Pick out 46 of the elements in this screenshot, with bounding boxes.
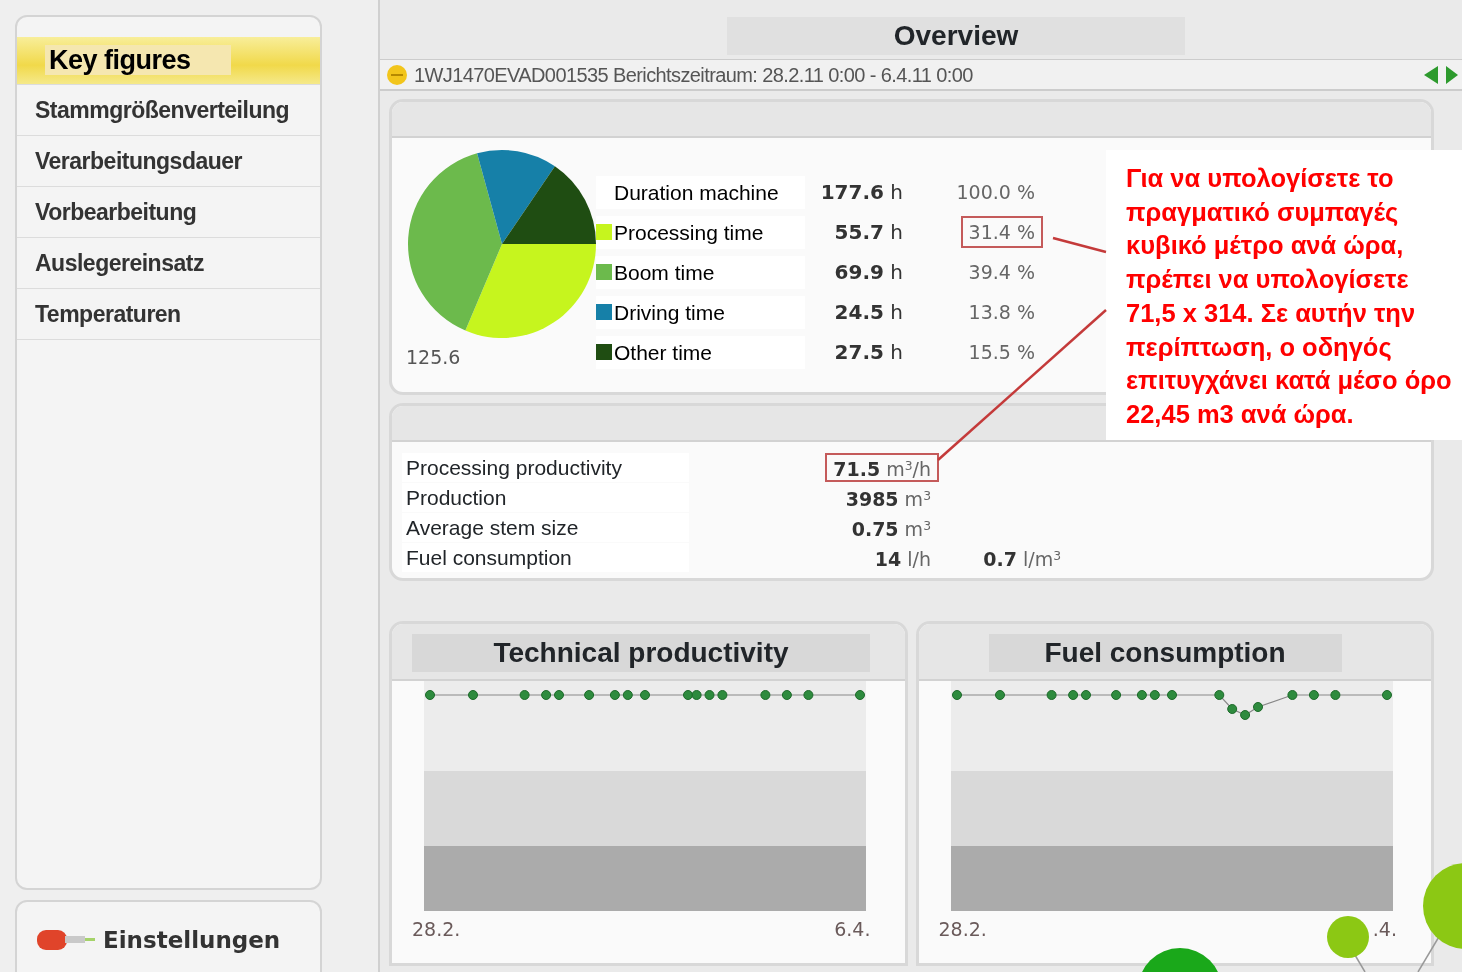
axis-label: 6.4. bbox=[834, 917, 871, 942]
leader-line bbox=[1052, 236, 1107, 254]
legend-label: Duration machine bbox=[596, 175, 805, 209]
sidebar-item[interactable]: Auslegereinsatz bbox=[17, 238, 320, 289]
hours-value: 177.6 h bbox=[819, 179, 903, 206]
screwdriver-icon bbox=[37, 928, 95, 952]
report-info-text: 1WJ1470EVAD001535 Berichtszeitraum: 28.2.11 0:00 - 6.4.11 0:00 bbox=[414, 62, 973, 88]
page-title: Overview bbox=[727, 17, 1185, 55]
metric-value: 0.7 l/m$^{3}$ bbox=[982, 546, 1062, 572]
hours-value: 69.9 h bbox=[833, 259, 903, 286]
sidebar-item[interactable]: Stammgrößenverteilung bbox=[17, 85, 320, 136]
status-dot-icon bbox=[386, 63, 408, 86]
chart-title: Fuel consumption bbox=[988, 634, 1342, 672]
axis-label: 28.2. bbox=[412, 917, 461, 942]
pie-total-label: 125.6 bbox=[406, 345, 462, 370]
percent-value: 31.4 % bbox=[960, 215, 1043, 249]
metric-value: 0.75 m$^{3}$ bbox=[850, 516, 932, 542]
percent-value: 100.0 % bbox=[955, 179, 1036, 205]
metric-value: 71.5 m$^{3}$/h bbox=[825, 452, 939, 482]
sidebar-item[interactable]: Vorbearbeitung bbox=[17, 187, 320, 238]
axis-label: 28.2. bbox=[938, 917, 987, 942]
metric-value: 3985 m$^{3}$ bbox=[844, 486, 932, 512]
percent-value: 13.8 % bbox=[967, 299, 1036, 325]
axis-label: .4. bbox=[1372, 917, 1397, 942]
next-arrow-icon[interactable] bbox=[1446, 65, 1458, 84]
metric-label: Processing productivity bbox=[402, 452, 689, 482]
legend-label: Boom time bbox=[614, 259, 715, 286]
previous-arrow-icon[interactable] bbox=[1424, 65, 1438, 84]
chart-title: Technical productivity bbox=[412, 634, 870, 672]
legend-label: Driving time bbox=[614, 299, 725, 326]
sidebar-item[interactable]: Key figures bbox=[17, 37, 320, 85]
legend-label: Other time bbox=[614, 339, 713, 366]
metric-label: Production bbox=[402, 482, 689, 512]
legend-label: Processing time bbox=[614, 219, 764, 246]
hours-value: 27.5 h bbox=[833, 339, 903, 366]
percent-value: 39.4 % bbox=[967, 259, 1036, 285]
settings-button[interactable]: Einstellungen bbox=[15, 900, 322, 972]
sidebar-item[interactable]: Verarbeitungsdauer bbox=[17, 136, 320, 187]
sidebar-item[interactable]: Temperaturen bbox=[17, 289, 320, 340]
hours-value: 24.5 h bbox=[833, 299, 903, 326]
metric-label: Average stem size bbox=[402, 512, 689, 542]
metric-label: Fuel consumption bbox=[402, 542, 689, 572]
annotation-text: Για να υπολογίσετε το πραγματικό συμπαγές κυβικό μέτρο ανά ώρα, πρέπει να υπολογίσετε 71,5 x 314. Σε αυτήν την περίπτωση, ο οδηγός επιτυγχάνει κατά μέσο όρο 22,45 m3 ανά ώρα. bbox=[1106, 150, 1462, 440]
percent-value: 15.5 % bbox=[967, 339, 1036, 365]
metric-value: 14 l/h bbox=[873, 546, 932, 572]
hours-value: 55.7 h bbox=[833, 219, 903, 246]
